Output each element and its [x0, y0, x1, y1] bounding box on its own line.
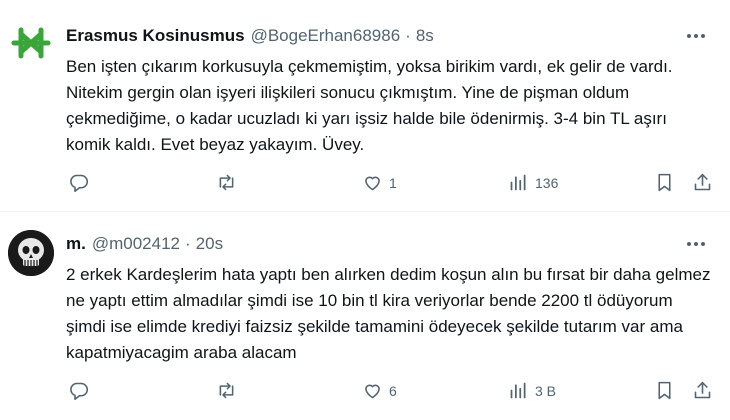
timestamp[interactable]: 8s	[416, 26, 434, 46]
bookmark-button[interactable]	[654, 380, 675, 401]
tweet-text: 2 erkek Kardeşlerim hata yaptı ben alırk…	[66, 265, 711, 362]
skull-avatar-image	[8, 230, 54, 276]
avatar[interactable]	[8, 20, 54, 66]
like-icon	[365, 384, 380, 399]
author-handle[interactable]: @BogeErhan68986	[251, 26, 401, 46]
bookmark-icon	[658, 381, 671, 400]
tweet-header: Erasmus Kosinusmus @BogeErhan68986 · 8s	[66, 26, 434, 46]
share-button[interactable]	[692, 172, 713, 193]
bookmark-icon	[658, 173, 671, 192]
tweet-actions: 6 3 B	[66, 380, 720, 404]
view-count: 3 B	[535, 382, 557, 399]
author-name[interactable]: m.	[66, 234, 86, 254]
tweet-header: m. @m002412 · 20s	[66, 234, 223, 254]
author-handle[interactable]: @m002412	[92, 234, 180, 254]
share-button[interactable]	[692, 380, 713, 401]
like-count: 1	[389, 174, 397, 191]
timestamp[interactable]: 20s	[196, 234, 223, 254]
retweet-icon	[219, 174, 234, 191]
views-button[interactable]: 3 B	[508, 380, 556, 401]
reply-icon	[70, 174, 89, 193]
like-button[interactable]: 6	[362, 380, 397, 401]
author-name[interactable]: Erasmus Kosinusmus	[66, 26, 245, 46]
share-icon	[694, 381, 711, 399]
tweet-text: Ben işten çıkarım korkusuyla çekmemiştim…	[66, 57, 673, 154]
tweet-actions: 1 136	[66, 172, 720, 196]
view-count: 136	[535, 174, 559, 191]
reply-icon	[70, 382, 89, 401]
separator-dot: ·	[405, 26, 411, 45]
views-icon	[510, 174, 526, 191]
tweet[interactable]: Erasmus Kosinusmus @BogeErhan68986 · 8s …	[0, 0, 730, 212]
like-count: 6	[389, 382, 397, 399]
retweet-button[interactable]	[216, 380, 243, 401]
views-icon	[510, 382, 526, 399]
more-icon[interactable]	[684, 234, 708, 254]
retweet-button[interactable]	[216, 172, 243, 193]
tweet[interactable]: m. @m002412 · 20s 2 erkek Kardeşlerim ha…	[0, 212, 730, 420]
share-icon	[694, 173, 711, 191]
bookmark-button[interactable]	[654, 172, 675, 193]
views-button[interactable]: 136	[508, 172, 558, 193]
avatar-logo	[8, 20, 54, 66]
reply-button[interactable]	[68, 380, 95, 401]
like-icon	[365, 176, 380, 191]
separator-dot: ·	[185, 234, 191, 253]
reply-button[interactable]	[68, 172, 95, 193]
more-icon[interactable]	[684, 26, 708, 46]
avatar[interactable]	[8, 230, 54, 276]
like-button[interactable]: 1	[362, 172, 397, 193]
retweet-icon	[219, 382, 234, 399]
